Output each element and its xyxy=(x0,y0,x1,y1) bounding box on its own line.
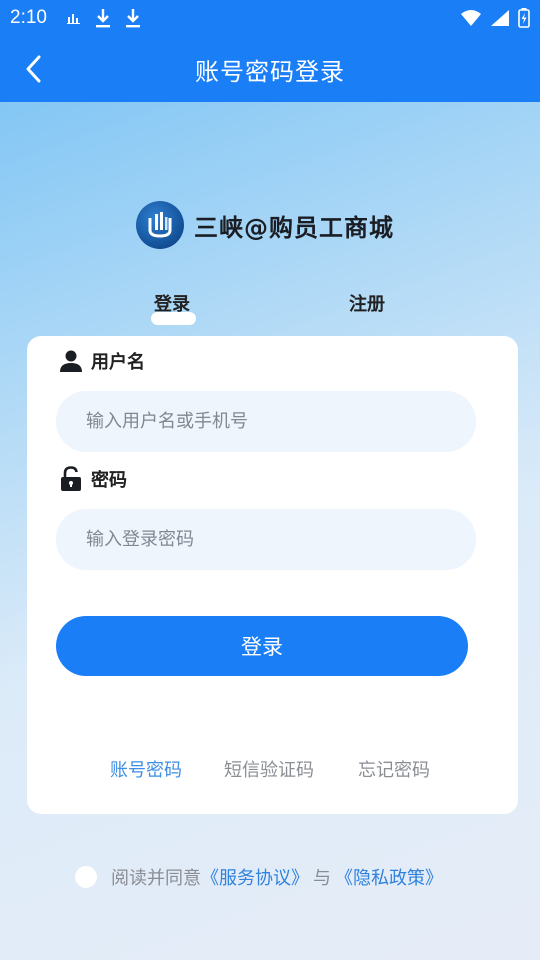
agreement-row: 阅读并同意 《服务协议》 与 《隐私政策》 xyxy=(75,864,443,890)
mode-account-password[interactable]: 账号密码 xyxy=(110,756,182,782)
username-input[interactable] xyxy=(56,391,476,452)
agreement-checkbox[interactable] xyxy=(75,866,97,888)
status-notification-icons xyxy=(66,8,141,28)
download-icon xyxy=(95,9,110,28)
brand-logo-icon xyxy=(148,212,172,238)
wifi-icon xyxy=(461,10,481,26)
page-title: 账号密码登录 xyxy=(195,57,345,86)
password-input[interactable] xyxy=(56,509,476,570)
tab-login[interactable]: 登录 xyxy=(154,290,190,316)
download-icon xyxy=(125,9,140,28)
service-agreement-link[interactable]: 《服务协议》 xyxy=(201,864,309,890)
brand-logo xyxy=(136,201,184,249)
username-label: 用户名 xyxy=(59,348,145,374)
username-label-text: 用户名 xyxy=(91,352,145,373)
brand: 三峡@购员工商城 xyxy=(136,200,394,250)
status-system-icons xyxy=(460,8,530,28)
login-card: 用户名 密码 登录 账号密码 短信验证码 忘记密码 xyxy=(27,336,518,814)
privacy-policy-link[interactable]: 《隐私政策》 xyxy=(335,864,443,890)
app-bar: 账号密码登录 xyxy=(0,36,540,102)
status-time: 2:10 xyxy=(10,7,47,28)
agreement-and: 与 xyxy=(313,868,331,889)
unlock-icon xyxy=(61,466,81,491)
forgot-password-link[interactable]: 忘记密码 xyxy=(358,756,430,782)
status-bar: 2:10 xyxy=(0,0,540,36)
user-icon xyxy=(60,350,82,372)
tab-register[interactable]: 注册 xyxy=(349,290,385,316)
password-label: 密码 xyxy=(59,466,127,492)
password-label-text: 密码 xyxy=(91,470,127,491)
back-button[interactable] xyxy=(18,54,48,84)
login-button[interactable]: 登录 xyxy=(56,616,468,676)
mode-sms-code[interactable]: 短信验证码 xyxy=(224,756,314,782)
battery-charging-icon xyxy=(518,8,530,28)
back-arrow-icon xyxy=(26,55,41,83)
agreement-prefix: 阅读并同意 xyxy=(111,868,201,889)
cell-signal-icon xyxy=(491,10,509,26)
signal-bars-icon xyxy=(66,14,80,24)
brand-name: 三峡@购员工商城 xyxy=(194,213,394,242)
auth-tabs: 登录 注册 xyxy=(0,290,540,330)
